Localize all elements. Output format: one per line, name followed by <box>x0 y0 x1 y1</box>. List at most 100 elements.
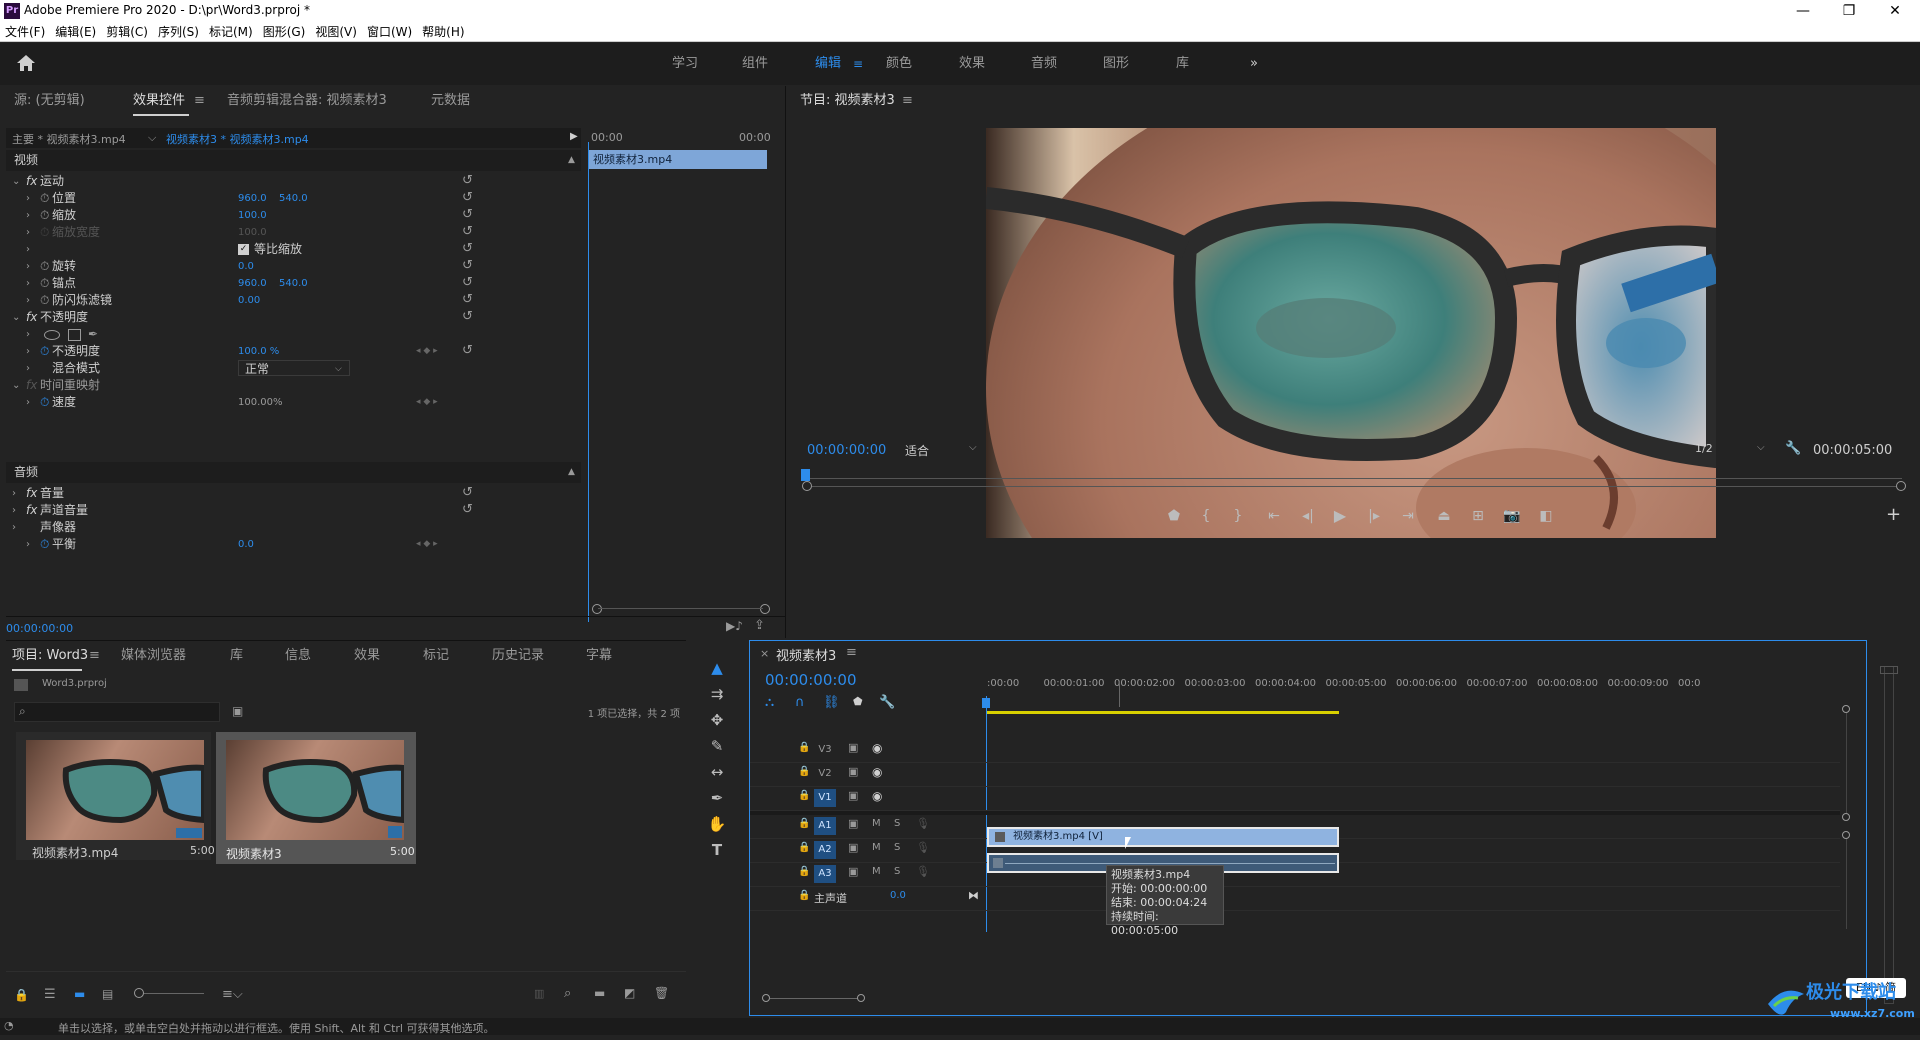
tab-project-menu-icon[interactable]: ≡ <box>89 641 100 671</box>
sequence-clip-label[interactable]: 视频素材3 * 视频素材3.mp4 <box>166 131 309 147</box>
workspace-graphics[interactable]: 图形 <box>1103 43 1129 85</box>
solo-button[interactable]: S <box>894 842 900 853</box>
fit-dropdown[interactable]: 适合 ⌵ <box>905 442 983 462</box>
timeline-ruler[interactable]: :00:00 00:00:01:00 00:00:02:00 00:00:03:00 0… <box>987 678 1847 698</box>
wrench-icon[interactable]: 🔧 <box>1785 441 1801 456</box>
workspace-learn[interactable]: 学习 <box>672 43 698 85</box>
tab-history[interactable]: 历史记录 <box>492 641 544 671</box>
workspace-assembly[interactable]: 组件 <box>742 43 768 85</box>
mute-button[interactable]: M <box>872 818 881 829</box>
find-icon[interactable]: ⌕ <box>564 986 571 1001</box>
stopwatch-icon[interactable]: ⏱ <box>40 392 49 413</box>
reset-icon[interactable]: ↺ <box>462 225 476 239</box>
workspace-color[interactable]: 颜色 <box>886 43 912 85</box>
sync-lock-icon[interactable]: ▣ <box>848 865 858 878</box>
pen-tool-icon[interactable]: ✒ <box>702 786 732 810</box>
h-zoom-left-icon[interactable] <box>762 994 770 1002</box>
reset-icon[interactable]: ↺ <box>462 174 476 188</box>
sync-lock-icon[interactable]: ▣ <box>848 765 858 778</box>
program-title[interactable]: 节目: 视频素材3 <box>800 86 895 116</box>
track-target[interactable]: V3 <box>814 741 836 759</box>
menu-window[interactable]: 窗口(W) <box>362 22 417 42</box>
track-lock-icon[interactable]: 🔒 <box>798 866 810 877</box>
audio-effect-row[interactable]: › ⏱ 平衡 0.0 ◂ ◆ ▸ <box>6 534 581 555</box>
tab-effect-controls[interactable]: 效果控件 <box>133 86 185 116</box>
track-select-tool-icon[interactable]: ⇉ <box>702 682 732 706</box>
track-lock-icon[interactable]: 🔒 <box>798 766 810 777</box>
program-video-frame[interactable] <box>986 128 1716 538</box>
video-track[interactable]: 🔒 V1 ▣ ◉ <box>750 787 1840 811</box>
add-button-icon[interactable]: + <box>1886 504 1901 525</box>
menu-file[interactable]: 文件(F) <box>0 22 50 42</box>
reset-icon[interactable]: ↺ <box>462 208 476 222</box>
program-zoom-left-icon[interactable] <box>802 481 812 491</box>
timeline-timecode[interactable]: 00:00:00:00 <box>765 671 857 689</box>
play-icon[interactable]: ▶ <box>1328 504 1352 528</box>
reset-icon[interactable]: ↺ <box>462 503 476 517</box>
go-to-in-icon[interactable]: ⇤ <box>1262 504 1286 528</box>
voice-over-mic-icon[interactable]: 🎙 <box>916 841 930 854</box>
sync-lock-icon[interactable]: ▣ <box>848 789 858 802</box>
solo-button[interactable]: S <box>894 818 900 829</box>
comparison-view-icon[interactable]: ◧ <box>1534 504 1558 528</box>
video-track[interactable]: 🔒 V3 ▣ ◉ <box>750 739 1840 763</box>
track-lock-icon[interactable]: 🔒 <box>798 890 810 901</box>
sequence-tab[interactable]: 视频素材3 <box>776 645 836 664</box>
track-target[interactable]: A1 <box>814 817 836 835</box>
program-menu-icon[interactable]: ≡ <box>902 86 913 116</box>
tab-audio-clip-mixer[interactable]: 音频剪辑混合器: 视频素材3 <box>227 86 387 116</box>
selection-tool-icon[interactable]: ▲ <box>702 656 732 680</box>
stopwatch-icon[interactable]: ⏱ <box>40 534 49 555</box>
menu-graphics[interactable]: 图形(G) <box>258 22 311 42</box>
track-target[interactable]: V2 <box>814 765 836 783</box>
ripple-edit-tool-icon[interactable]: ✥ <box>702 708 732 732</box>
tab-markers[interactable]: 标记 <box>423 641 449 671</box>
track-lock-icon[interactable]: 🔒 <box>798 790 810 801</box>
minimize-icon[interactable]: — <box>1780 0 1826 22</box>
reset-icon[interactable]: ↺ <box>462 486 476 500</box>
step-back-icon[interactable]: ◂| <box>1296 504 1320 528</box>
ellipse-mask-icon[interactable] <box>44 330 60 340</box>
automate-to-sequence-icon[interactable]: ▥ <box>534 987 544 1000</box>
export-icon[interactable]: ⇪ <box>754 618 765 633</box>
track-lock-icon[interactable]: 🔒 <box>798 742 810 753</box>
tab-media-browser[interactable]: 媒体浏览器 <box>121 641 186 671</box>
program-playhead[interactable] <box>801 469 810 481</box>
workspace-audio[interactable]: 音频 <box>1031 43 1057 85</box>
menu-sequence[interactable]: 序列(S) <box>153 22 204 42</box>
sync-lock-icon[interactable]: ▣ <box>848 741 858 754</box>
go-to-out-icon[interactable]: ⇥ <box>1396 504 1420 528</box>
list-view-icon[interactable]: ☰ <box>44 987 56 1002</box>
menu-marker[interactable]: 标记(M) <box>204 22 258 42</box>
expand-chevron-icon[interactable]: › <box>26 392 30 413</box>
tab-menu-icon[interactable]: ≡ <box>194 86 205 116</box>
reset-icon[interactable]: ↺ <box>462 242 476 256</box>
h-zoom-bar[interactable] <box>770 998 858 999</box>
step-forward-icon[interactable]: |▸ <box>1362 504 1386 528</box>
solo-button[interactable]: S <box>894 866 900 877</box>
reset-icon[interactable]: ↺ <box>462 344 476 358</box>
zoom-handle-left-icon[interactable] <box>592 604 602 614</box>
timeline-settings-wrench-icon[interactable]: 🔧 <box>879 695 895 710</box>
freeform-view-icon[interactable]: ▤ <box>102 987 113 1001</box>
tab-metadata[interactable]: 元数据 <box>431 86 470 116</box>
keyframe-nav-icon[interactable]: ◂ ◆ ▸ <box>416 392 438 413</box>
workspace-effects[interactable]: 效果 <box>959 43 985 85</box>
tab-info[interactable]: 信息 <box>285 641 311 671</box>
camera-icon[interactable]: 📷 <box>1500 504 1524 528</box>
track-lock-icon[interactable]: 🔒 <box>798 818 810 829</box>
hand-tool-icon[interactable]: ✋ <box>702 812 732 836</box>
eye-icon[interactable]: ◉ <box>872 765 882 779</box>
quality-dropdown[interactable]: 1/2 ⌵ <box>1695 442 1775 462</box>
workspace-libraries[interactable]: 库 <box>1176 43 1189 85</box>
zoom-slider-handle-icon[interactable] <box>134 988 144 998</box>
program-zoom-right-icon[interactable] <box>1896 481 1906 491</box>
more-workspaces-icon[interactable]: » <box>1250 43 1258 85</box>
effect-value-1[interactable]: 0.0 <box>238 534 254 555</box>
project-item-clip[interactable]: 视频素材3.mp4 5:00 <box>16 732 215 860</box>
go-to-master-icon[interactable]: ⧓ <box>968 889 979 902</box>
lock-icon[interactable]: 🔒 <box>14 988 29 1002</box>
track-lock-icon[interactable]: 🔒 <box>798 842 810 853</box>
eye-icon[interactable]: ◉ <box>872 741 882 755</box>
chevron-down-icon[interactable]: ⌵ <box>148 131 156 145</box>
